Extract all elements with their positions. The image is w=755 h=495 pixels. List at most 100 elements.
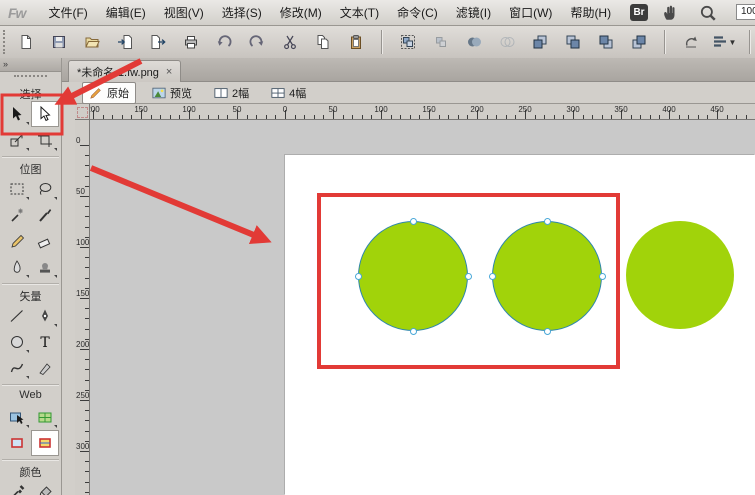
- knife-tool[interactable]: [31, 355, 59, 381]
- text-tool[interactable]: T: [31, 329, 59, 355]
- cut-button[interactable]: [277, 29, 303, 55]
- anchor-handle[interactable]: [544, 328, 551, 335]
- magic-wand-tool[interactable]: [3, 202, 31, 228]
- show-slices-icon: [37, 435, 53, 451]
- ruler-minor-tick: [85, 471, 89, 472]
- redo-button[interactable]: [244, 29, 270, 55]
- menu-item[interactable]: 编辑(E): [97, 1, 155, 24]
- anchor-handle[interactable]: [599, 273, 606, 280]
- eraser-tool[interactable]: [31, 228, 59, 254]
- view-mode-2幅[interactable]: 2幅: [208, 83, 255, 103]
- send-backward-button[interactable]: [593, 29, 619, 55]
- print-button[interactable]: [178, 29, 204, 55]
- group-button[interactable]: [395, 29, 421, 55]
- import-button[interactable]: [112, 29, 138, 55]
- split-button[interactable]: [494, 29, 520, 55]
- fireworks-window: Fw 文件(F)编辑(E)视图(V)选择(S)修改(M)文本(T)命令(C)滤镜…: [0, 0, 755, 495]
- hand-icon[interactable]: [661, 4, 679, 22]
- ruler-origin-corner[interactable]: [75, 104, 90, 120]
- ruler-major-tick: [80, 196, 89, 197]
- menu-item[interactable]: 帮助(H): [561, 1, 620, 24]
- brush-tool[interactable]: [31, 202, 59, 228]
- ruler-minor-tick: [170, 115, 171, 119]
- eyedropper-tool[interactable]: [3, 479, 31, 495]
- anchor-handle[interactable]: [355, 273, 362, 280]
- menu-item[interactable]: 滤镜(I): [447, 1, 500, 24]
- zoom-level-box[interactable]: 100: [736, 4, 755, 20]
- menu-item[interactable]: 视图(V): [155, 1, 213, 24]
- hide-slices-tool[interactable]: [3, 430, 31, 456]
- menu-item[interactable]: 文本(T): [331, 1, 388, 24]
- open-button[interactable]: [79, 29, 105, 55]
- pencil-tool[interactable]: [3, 228, 31, 254]
- text-icon: T: [37, 334, 53, 350]
- lasso-tool[interactable]: [31, 176, 59, 202]
- menu-item[interactable]: 命令(C): [388, 1, 447, 24]
- green-circle-2[interactable]: [492, 221, 602, 331]
- anchor-handle[interactable]: [489, 273, 496, 280]
- subselection-tool[interactable]: [31, 101, 59, 127]
- slice-tool[interactable]: [31, 404, 59, 430]
- anchor-handle[interactable]: [544, 218, 551, 225]
- pen-tool[interactable]: [31, 303, 59, 329]
- ellipse-tool[interactable]: [3, 329, 31, 355]
- undo-button[interactable]: [211, 29, 237, 55]
- green-circle-1[interactable]: [358, 221, 468, 331]
- view-mode-原始[interactable]: 原始: [82, 82, 136, 104]
- scale-tool[interactable]: [3, 127, 31, 153]
- copy-button[interactable]: [310, 29, 336, 55]
- send-to-back-button[interactable]: [626, 29, 652, 55]
- ruler-label: 200: [470, 105, 483, 114]
- hotspot-tool[interactable]: [3, 404, 31, 430]
- paste-button[interactable]: [343, 29, 369, 55]
- smudge-tool[interactable]: [3, 254, 31, 280]
- anchor-handle[interactable]: [465, 273, 472, 280]
- ungroup-button[interactable]: [428, 29, 454, 55]
- tools-panel-header[interactable]: »: [0, 58, 61, 72]
- anchor-handle[interactable]: [410, 218, 417, 225]
- view-mode-预览[interactable]: 预览: [146, 83, 198, 103]
- view-mode-4幅[interactable]: 4幅: [265, 83, 312, 103]
- close-icon[interactable]: ×: [166, 67, 172, 77]
- menu-item[interactable]: 修改(M): [271, 1, 331, 24]
- ruler-minor-tick: [112, 115, 113, 119]
- magic-wand-icon: [9, 207, 25, 223]
- two-up-icon: [214, 86, 228, 100]
- line-tool[interactable]: [3, 303, 31, 329]
- rotate-button[interactable]: [678, 29, 704, 55]
- ruler-minor-tick: [659, 115, 660, 119]
- toolbar-grip[interactable]: [3, 30, 5, 54]
- ruler-minor-tick: [343, 115, 344, 119]
- anchor-handle[interactable]: [410, 328, 417, 335]
- document-tab[interactable]: *未命名-1.fw.png ×: [68, 60, 181, 83]
- magnifier-icon[interactable]: [699, 4, 717, 22]
- ruler-major-tick: [80, 400, 89, 401]
- tools-panel-grip[interactable]: [14, 75, 47, 83]
- align-button[interactable]: ▼: [711, 29, 737, 55]
- bring-forward-button[interactable]: [560, 29, 586, 55]
- marquee-tool[interactable]: [3, 176, 31, 202]
- menu-item[interactable]: 选择(S): [213, 1, 271, 24]
- ruler-label: 200: [76, 340, 89, 349]
- crop-tool[interactable]: [31, 127, 59, 153]
- bring-to-front-button[interactable]: [527, 29, 553, 55]
- ruler-minor-tick: [544, 115, 545, 119]
- rubber-stamp-tool[interactable]: [31, 254, 59, 280]
- green-circle-3[interactable]: [626, 221, 734, 329]
- new-document-button[interactable]: [13, 29, 39, 55]
- show-slices-tool[interactable]: [31, 430, 59, 456]
- tool-flyout-mark: [54, 425, 57, 428]
- tool-flyout-mark: [26, 425, 29, 428]
- export-button[interactable]: [145, 29, 171, 55]
- menu-item[interactable]: 文件(F): [39, 1, 96, 24]
- join-button[interactable]: [461, 29, 487, 55]
- menu-item[interactable]: 窗口(W): [500, 1, 561, 24]
- save-button[interactable]: [46, 29, 72, 55]
- pointer-icon: [9, 106, 25, 122]
- freeform-tool[interactable]: [3, 355, 31, 381]
- ruler-minor-tick: [515, 115, 516, 119]
- group-icon: [400, 34, 416, 50]
- pointer-tool[interactable]: [3, 101, 31, 127]
- paint-bucket-tool[interactable]: [31, 479, 59, 495]
- bridge-badge[interactable]: Br: [630, 4, 648, 21]
